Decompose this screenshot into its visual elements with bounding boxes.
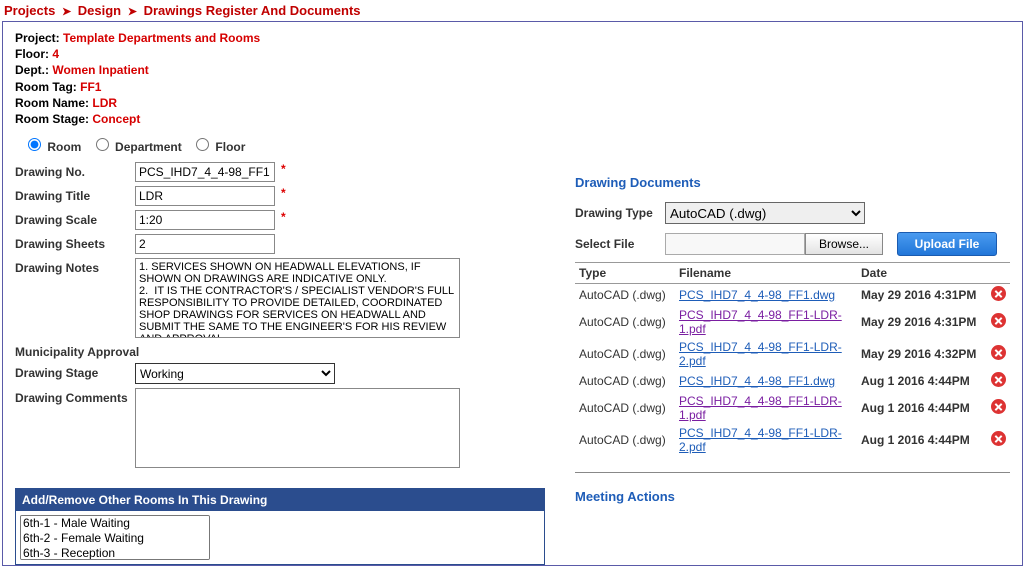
room-option[interactable]: 6th-1 - Male Waiting — [21, 516, 209, 531]
table-row: AutoCAD (.dwg)PCS_IHD7_4_4-98_FF1-LDR-2.… — [575, 424, 1010, 456]
divider — [575, 472, 1010, 473]
required-asterisk: * — [281, 186, 286, 200]
file-name-box — [665, 233, 805, 255]
file-link[interactable]: PCS_IHD7_4_4-98_FF1-LDR-1.pdf — [679, 394, 842, 422]
room-option[interactable]: 6th-3 - Reception — [21, 546, 209, 560]
radio-dept[interactable]: Department — [91, 140, 182, 154]
drawing-scale-label: Drawing Scale — [15, 210, 135, 227]
select-file-label: Select File — [575, 237, 665, 251]
delete-icon[interactable] — [991, 286, 1006, 301]
cell-filename: PCS_IHD7_4_4-98_FF1-LDR-1.pdf — [675, 392, 857, 424]
breadcrumb: Projects ➤ Design ➤ Drawings Register An… — [0, 0, 1025, 21]
roomstage-value: Concept — [92, 112, 140, 126]
roomname-value: LDR — [92, 96, 117, 110]
roomname-label: Room Name: — [15, 96, 89, 110]
chevron-icon: ➤ — [125, 6, 140, 18]
radio-room-input[interactable] — [28, 138, 41, 151]
cell-filename: PCS_IHD7_4_4-98_FF1.dwg — [675, 370, 857, 392]
cell-type: AutoCAD (.dwg) — [575, 338, 675, 370]
cell-date: Aug 1 2016 4:44PM — [857, 424, 987, 456]
required-asterisk: * — [281, 210, 286, 224]
documents-table: Type Filename Date AutoCAD (.dwg)PCS_IHD… — [575, 262, 1010, 456]
drawing-type-label: Drawing Type — [575, 206, 665, 220]
addremove-panel: Add/Remove Other Rooms In This Drawing 6… — [15, 488, 545, 565]
meeting-actions-heading: Meeting Actions — [575, 489, 1010, 504]
drawing-documents-heading: Drawing Documents — [575, 175, 1010, 190]
cell-type: AutoCAD (.dwg) — [575, 392, 675, 424]
cell-filename: PCS_IHD7_4_4-98_FF1-LDR-2.pdf — [675, 338, 857, 370]
cell-type: AutoCAD (.dwg) — [575, 370, 675, 392]
required-asterisk: * — [281, 162, 286, 176]
drawing-type-select[interactable]: AutoCAD (.dwg) — [665, 202, 865, 224]
dept-value: Women Inpatient — [52, 63, 148, 77]
file-link[interactable]: PCS_IHD7_4_4-98_FF1.dwg — [679, 374, 835, 388]
drawing-sheets-input[interactable] — [135, 234, 275, 254]
table-row: AutoCAD (.dwg) PCS_IHD7_4_4-98_FF1.dwg Aug… — [575, 370, 1010, 392]
radio-room[interactable]: Room — [23, 140, 81, 154]
table-row: AutoCAD (.dwg)PCS_IHD7_4_4-98_FF1-LDR-2.… — [575, 338, 1010, 370]
drawing-comments-textarea[interactable] — [135, 388, 460, 468]
drawing-sheets-label: Drawing Sheets — [15, 234, 135, 251]
file-link[interactable]: PCS_IHD7_4_4-98_FF1-LDR-1.pdf — [679, 308, 842, 336]
cell-date: Aug 1 2016 4:44PM — [857, 370, 987, 392]
cell-filename: PCS_IHD7_4_4-98_FF1-LDR-1.pdf — [675, 306, 857, 338]
col-type: Type — [575, 263, 675, 284]
crumb-register[interactable]: Drawings Register And Documents — [144, 3, 361, 18]
cell-date: May 29 2016 4:31PM — [857, 306, 987, 338]
radio-floor[interactable]: Floor — [191, 140, 245, 154]
radio-floor-input[interactable] — [196, 138, 209, 151]
crumb-projects[interactable]: Projects — [4, 3, 55, 18]
cell-date: May 29 2016 4:32PM — [857, 338, 987, 370]
delete-icon[interactable] — [991, 372, 1006, 387]
cell-type: AutoCAD (.dwg) — [575, 424, 675, 456]
project-label: Project: — [15, 31, 60, 45]
drawing-title-label: Drawing Title — [15, 186, 135, 203]
roomtag-value: FF1 — [80, 80, 101, 94]
radio-dept-input[interactable] — [96, 138, 109, 151]
browse-button[interactable]: Browse... — [805, 233, 883, 255]
col-filename: Filename — [675, 263, 857, 284]
drawing-stage-label: Drawing Stage — [15, 363, 135, 380]
cell-type: AutoCAD (.dwg) — [575, 306, 675, 338]
drawing-comments-label: Drawing Comments — [15, 388, 135, 405]
dept-label: Dept.: — [15, 63, 49, 77]
cell-type: AutoCAD (.dwg) — [575, 284, 675, 307]
cell-date: Aug 1 2016 4:44PM — [857, 392, 987, 424]
roomstage-label: Room Stage: — [15, 112, 89, 126]
rooms-available-select[interactable]: 6th-1 - Male Waiting 6th-2 - Female Wait… — [20, 515, 210, 560]
drawing-stage-select[interactable]: Working — [135, 363, 335, 384]
upload-button[interactable]: Upload File — [897, 232, 997, 256]
cell-date: May 29 2016 4:31PM — [857, 284, 987, 307]
delete-icon[interactable] — [991, 313, 1006, 328]
drawing-no-label: Drawing No. — [15, 162, 135, 179]
file-link[interactable]: PCS_IHD7_4_4-98_FF1-LDR-2.pdf — [679, 340, 842, 368]
floor-label: Floor: — [15, 47, 49, 61]
roomtag-label: Room Tag: — [15, 80, 77, 94]
floor-value: 4 — [52, 47, 59, 61]
file-link[interactable]: PCS_IHD7_4_4-98_FF1.dwg — [679, 288, 835, 302]
drawing-notes-textarea[interactable] — [135, 258, 460, 338]
cell-filename: PCS_IHD7_4_4-98_FF1.dwg — [675, 284, 857, 307]
col-date: Date — [857, 263, 987, 284]
file-link[interactable]: PCS_IHD7_4_4-98_FF1-LDR-2.pdf — [679, 426, 842, 454]
crumb-design[interactable]: Design — [78, 3, 121, 18]
table-row: AutoCAD (.dwg)PCS_IHD7_4_4-98_FF1-LDR-1.… — [575, 306, 1010, 338]
table-row: AutoCAD (.dwg)PCS_IHD7_4_4-98_FF1-LDR-1.… — [575, 392, 1010, 424]
cell-filename: PCS_IHD7_4_4-98_FF1-LDR-2.pdf — [675, 424, 857, 456]
municipality-label: Municipality Approval — [15, 342, 165, 359]
drawing-title-input[interactable] — [135, 186, 275, 206]
delete-icon[interactable] — [991, 431, 1006, 446]
delete-icon[interactable] — [991, 345, 1006, 360]
delete-icon[interactable] — [991, 399, 1006, 414]
table-row: AutoCAD (.dwg) PCS_IHD7_4_4-98_FF1.dwg May… — [575, 284, 1010, 307]
chevron-icon: ➤ — [59, 6, 74, 18]
drawing-no-input[interactable] — [135, 162, 275, 182]
addremove-title: Add/Remove Other Rooms In This Drawing — [16, 489, 544, 511]
project-value: Template Departments and Rooms — [63, 31, 260, 45]
drawing-scale-input[interactable] — [135, 210, 275, 230]
drawing-notes-label: Drawing Notes — [15, 258, 135, 275]
room-option[interactable]: 6th-2 - Female Waiting — [21, 531, 209, 546]
